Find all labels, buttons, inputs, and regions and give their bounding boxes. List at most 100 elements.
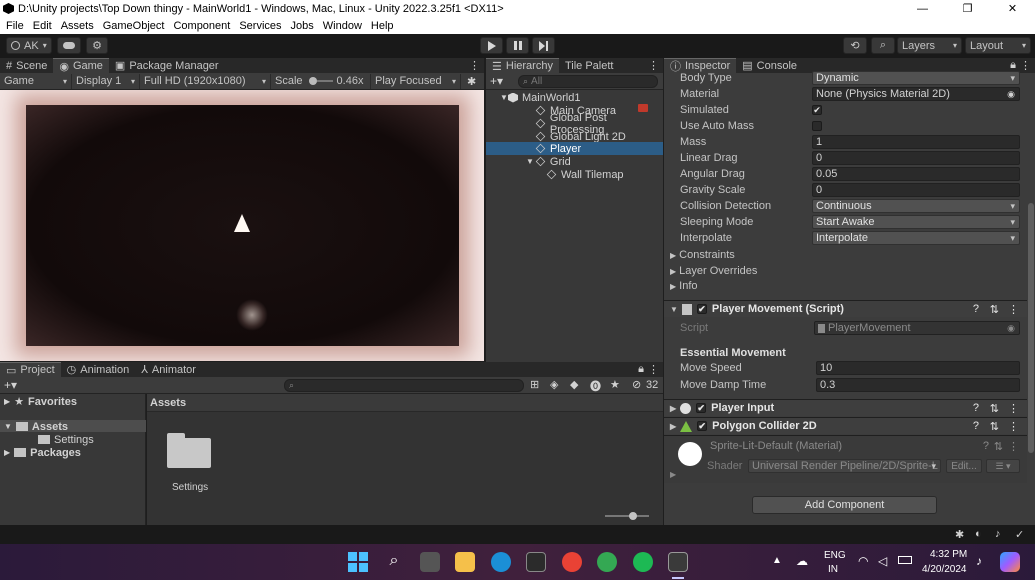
task-view-icon[interactable] bbox=[420, 552, 440, 572]
label-icon[interactable]: ◆ bbox=[570, 378, 578, 391]
more-icon[interactable]: ⋮ bbox=[648, 363, 663, 376]
component-player-movement-header[interactable]: ▼ ✔ Player Movement (Script) ? ⇅ ⋮ bbox=[664, 300, 1027, 317]
asset-settings-folder[interactable] bbox=[165, 430, 211, 470]
game-view-dropdown[interactable]: Game ▾ bbox=[0, 73, 72, 89]
tree-item-packages[interactable]: ▶ Packages bbox=[4, 446, 81, 459]
tab-console[interactable]: ▤ Console bbox=[736, 58, 803, 73]
edit-shader-button[interactable]: Edit... bbox=[946, 459, 982, 473]
menu-window[interactable]: Window bbox=[323, 20, 362, 32]
warning-icon[interactable]: ⓿ bbox=[590, 378, 601, 394]
tab-package-manager[interactable]: ▣ Package Manager bbox=[109, 58, 225, 73]
icon-size-slider[interactable] bbox=[605, 512, 649, 520]
copilot-icon[interactable] bbox=[1000, 552, 1020, 572]
progress-icon[interactable]: ◐ bbox=[975, 528, 982, 540]
chrome-icon[interactable] bbox=[562, 552, 582, 572]
pause-button[interactable] bbox=[506, 37, 529, 54]
preset-icon[interactable]: ⇅ bbox=[990, 303, 999, 316]
foldout-info[interactable]: ▶ Info bbox=[670, 278, 698, 294]
breadcrumb-assets[interactable]: Assets bbox=[150, 397, 186, 409]
menu-component[interactable]: Component bbox=[173, 20, 230, 32]
menu-jobs[interactable]: Jobs bbox=[291, 20, 314, 32]
notification-bell-icon[interactable]: ♪ bbox=[976, 554, 982, 568]
unity-hub-icon[interactable] bbox=[526, 552, 546, 572]
maximize-button[interactable]: ❐ bbox=[945, 0, 990, 17]
wifi-icon[interactable]: ◠ bbox=[858, 554, 868, 568]
object-picker-icon[interactable]: ◉ bbox=[1007, 89, 1015, 100]
menu-file[interactable]: File bbox=[6, 20, 24, 32]
hierarchy-item-wall-tilemap[interactable]: Wall Tilemap bbox=[546, 168, 624, 181]
more-icon[interactable]: ⋮ bbox=[469, 59, 484, 72]
mass-input[interactable]: 1 bbox=[812, 135, 1020, 149]
menu-assets[interactable]: Assets bbox=[61, 20, 94, 32]
check-circle-icon[interactable]: ✓ bbox=[1015, 528, 1024, 541]
gravity-scale-input[interactable]: 0 bbox=[812, 183, 1020, 197]
tab-hierarchy[interactable]: ☰ Hierarchy bbox=[486, 58, 559, 73]
menu-services[interactable]: Services bbox=[239, 20, 281, 32]
add-component-button[interactable]: Add Component bbox=[752, 496, 937, 514]
volume-icon[interactable]: ◁ bbox=[878, 554, 887, 568]
shader-options-dropdown[interactable]: ☰ ▾ bbox=[986, 459, 1020, 473]
more-icon[interactable]: ⋮ bbox=[1008, 303, 1019, 316]
tab-game[interactable]: ◉ Game bbox=[53, 58, 109, 73]
star-icon[interactable]: ★ bbox=[610, 378, 620, 391]
minimize-button[interactable]: — bbox=[900, 0, 945, 17]
battery-icon[interactable] bbox=[898, 556, 912, 564]
preset-icon[interactable]: ⇅ bbox=[994, 440, 1003, 453]
scrollbar-thumb[interactable] bbox=[1028, 203, 1034, 453]
account-button[interactable]: AK ▾ bbox=[6, 37, 52, 54]
hierarchy-item-grid[interactable]: ▼ Grid bbox=[526, 155, 571, 168]
help-icon[interactable]: ? bbox=[973, 303, 979, 315]
linear-drag-input[interactable]: 0 bbox=[812, 151, 1020, 165]
undo-history-button[interactable]: ⟲ bbox=[843, 37, 867, 54]
use-auto-mass-checkbox[interactable] bbox=[812, 121, 822, 131]
tab-animation[interactable]: ◷ Animation bbox=[61, 362, 136, 377]
foldout-constraints[interactable]: ▶ Constraints bbox=[670, 247, 735, 263]
chevron-up-icon[interactable]: ▲ bbox=[772, 555, 782, 566]
debug-icon[interactable]: ✱ bbox=[955, 528, 964, 541]
add-icon[interactable]: +▾ bbox=[490, 74, 503, 88]
step-button[interactable] bbox=[532, 37, 555, 54]
move-speed-input[interactable]: 10 bbox=[816, 361, 1020, 375]
more-icon[interactable]: ⋮ bbox=[1020, 59, 1035, 72]
hierarchy-item-player[interactable]: Player bbox=[535, 142, 581, 155]
component-enabled-checkbox[interactable]: ✔ bbox=[696, 403, 707, 413]
tab-project[interactable]: ▭ Project bbox=[0, 362, 61, 377]
play-mode-dropdown[interactable]: Play Focused ▾ bbox=[371, 73, 461, 89]
tree-item-settings[interactable]: Settings bbox=[38, 433, 94, 446]
hierarchy-item-global-post-processing[interactable]: Global Post Processing bbox=[535, 112, 663, 136]
shader-dropdown[interactable]: Universal Render Pipeline/2D/Sprite-L bbox=[748, 459, 941, 473]
add-icon[interactable]: +▾ bbox=[4, 378, 17, 392]
simulated-checkbox[interactable]: ✔ bbox=[812, 105, 822, 115]
bell-icon[interactable]: ♪ bbox=[995, 528, 1001, 540]
project-search-input[interactable]: ⌕ bbox=[284, 379, 524, 392]
material-field[interactable]: None (Physics Material 2D) ◉ bbox=[812, 87, 1020, 101]
help-icon[interactable]: ? bbox=[983, 440, 989, 452]
tab-tile-palette[interactable]: Tile Palett bbox=[559, 58, 620, 73]
close-button[interactable]: ✕ bbox=[990, 0, 1035, 17]
layout-dropdown[interactable]: Layout ▾ bbox=[965, 37, 1031, 54]
bug-icon[interactable]: ✱ bbox=[467, 75, 476, 88]
search-icon[interactable]: ⌕ bbox=[384, 552, 404, 572]
edge-icon[interactable] bbox=[491, 552, 511, 572]
display-dropdown[interactable]: Display 1 ▾ bbox=[72, 73, 140, 89]
help-icon[interactable]: ? bbox=[973, 402, 979, 414]
foldout-layer-overrides[interactable]: ▶ Layer Overrides bbox=[670, 263, 757, 279]
tab-scene[interactable]: # Scene bbox=[0, 58, 53, 73]
menu-gameobject[interactable]: GameObject bbox=[103, 20, 165, 32]
language-indicator[interactable]: ENG bbox=[824, 550, 846, 561]
lock-icon[interactable]: 🔒︎ bbox=[638, 363, 648, 376]
hierarchy-search-input[interactable]: ⌕ All bbox=[518, 75, 658, 88]
menu-edit[interactable]: Edit bbox=[33, 20, 52, 32]
preset-icon[interactable]: ⇅ bbox=[990, 420, 999, 433]
move-damp-time-input[interactable]: 0.3 bbox=[816, 378, 1020, 392]
layers-dropdown[interactable]: Layers ▾ bbox=[897, 37, 962, 54]
resolution-dropdown[interactable]: Full HD (1920x1080) ▾ bbox=[140, 73, 271, 89]
collision-detection-dropdown[interactable]: Continuous bbox=[812, 199, 1020, 213]
scale-slider[interactable]: Scale 0.46x bbox=[271, 73, 371, 89]
sleeping-mode-dropdown[interactable]: Start Awake bbox=[812, 215, 1020, 229]
clock-time[interactable]: 4:32 PM bbox=[930, 549, 967, 560]
more-icon[interactable]: ⋮ bbox=[648, 59, 663, 72]
tree-item-assets[interactable]: ▼ Assets bbox=[4, 420, 68, 433]
windows-start-icon[interactable] bbox=[348, 552, 368, 572]
file-explorer-icon[interactable] bbox=[455, 552, 475, 572]
